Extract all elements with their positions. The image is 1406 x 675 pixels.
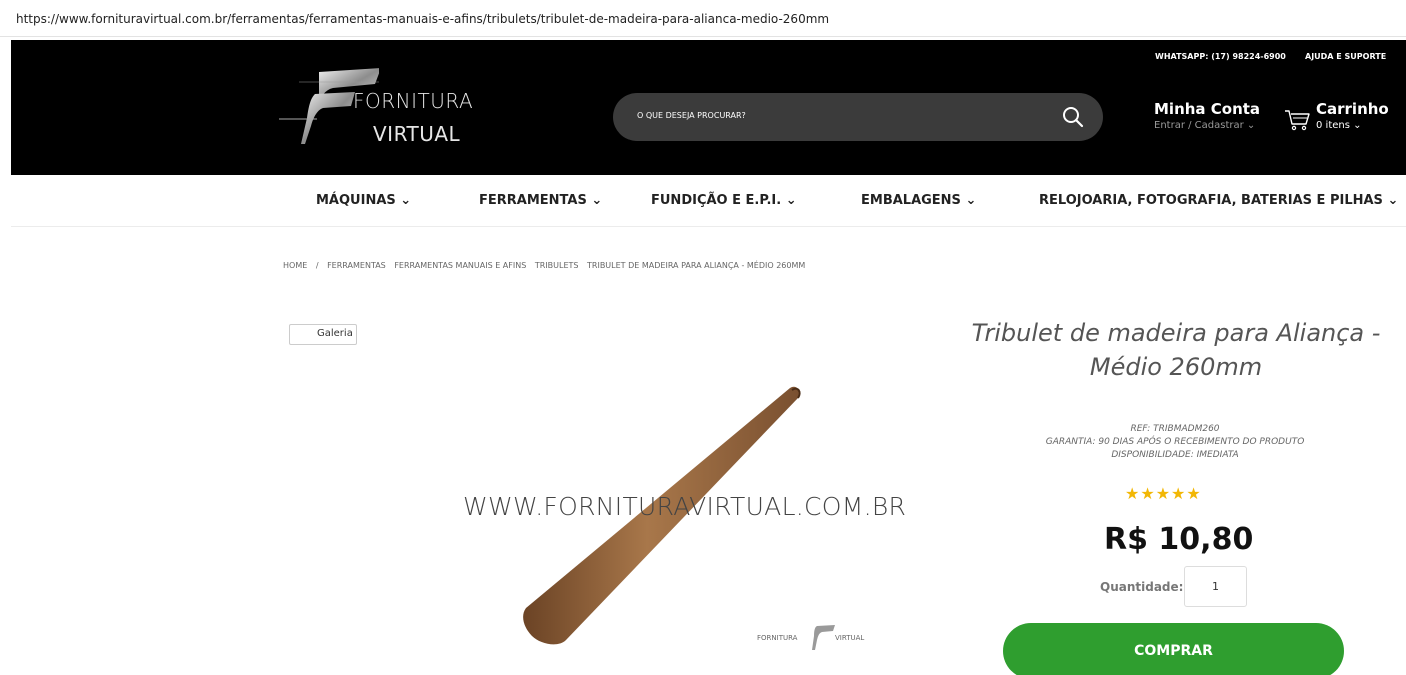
account-title: Minha Conta	[1154, 100, 1261, 118]
search-input[interactable]: O QUE DESEJA PROCURAR?	[637, 111, 746, 120]
nav-item-relojoaria[interactable]: RELOJOARIA, FOTOGRAFIA, BATERIAS E PILHA…	[1039, 193, 1398, 208]
mini-logo-right: VIRTUAL	[835, 634, 865, 642]
product-price: R$ 10,80	[1104, 522, 1254, 557]
cart-title: Carrinho	[1316, 100, 1389, 118]
main-nav: MÁQUINAS ⌄ FERRAMENTAS ⌄ FUNDIÇÃO E E.P.…	[11, 175, 1406, 227]
site-logo[interactable]: FORNITURA VIRTUAL	[279, 64, 499, 160]
product-ref: REF: TRIBMADM260	[1130, 424, 1220, 434]
breadcrumb-ferramentas[interactable]: FERRAMENTAS	[327, 261, 386, 270]
breadcrumb-home[interactable]: HOME	[283, 261, 307, 270]
cart-icon[interactable]	[1284, 108, 1310, 132]
url-text: https://www.fornituravirtual.com.br/ferr…	[16, 12, 830, 26]
breadcrumb-manuais[interactable]: FERRAMENTAS MANUAIS E AFINS	[394, 261, 526, 270]
product-availability: DISPONIBILIDADE: IMEDIATA	[1111, 450, 1239, 460]
breadcrumb-current: TRIBULET DE MADEIRA PARA ALIANÇA - MÉDIO…	[587, 261, 806, 270]
rating-stars: ★★★★★	[1125, 484, 1202, 503]
image-mini-logo: FORNITURA VIRTUAL	[757, 622, 873, 654]
site-header: FORNITURA VIRTUAL O QUE DESEJA PROCURAR?…	[11, 40, 1406, 175]
account-menu[interactable]: Minha Conta Entrar / Cadastrar ⌄	[1154, 100, 1260, 131]
address-bar[interactable]: https://www.fornituravirtual.com.br/ferr…	[0, 0, 1406, 37]
product-warranty: GARANTIA: 90 DIAS APÓS O RECEBIMENTO DO …	[1045, 437, 1305, 447]
nav-item-fundicao[interactable]: FUNDIÇÃO E E.P.I. ⌄	[651, 193, 797, 208]
nav-item-ferramentas[interactable]: FERRAMENTAS ⌄	[479, 193, 602, 208]
search-icon[interactable]	[1061, 105, 1085, 129]
product-meta: REF: TRIBMADM260 GARANTIA: 90 DIAS APÓS …	[1010, 423, 1340, 462]
gallery-button[interactable]: Galeria	[289, 324, 357, 345]
breadcrumb-tribulets[interactable]: TRIBULETS	[535, 261, 579, 270]
product-title: Tribulet de madeira para Aliança - Médio…	[971, 319, 1381, 381]
mini-logo-left: FORNITURA	[757, 634, 798, 642]
nav-item-maquinas[interactable]: MÁQUINAS ⌄	[316, 193, 411, 208]
buy-button-label: COMPRAR	[1134, 643, 1213, 659]
whatsapp-link[interactable]: WHATSAPP: (17) 98224-6900	[1155, 52, 1286, 61]
account-subtitle: Entrar / Cadastrar ⌄	[1154, 120, 1256, 131]
gallery-label: Galeria	[317, 328, 353, 339]
mini-logo-mark-icon	[812, 625, 835, 650]
buy-button[interactable]: COMPRAR	[1003, 623, 1344, 675]
image-watermark: WWW.FORNITURAVIRTUAL.COM.BR	[463, 492, 907, 521]
logo-text-top: FORNITURA	[353, 89, 474, 113]
quantity-input[interactable]	[1184, 566, 1247, 607]
breadcrumb: HOME / FERRAMENTAS FERRAMENTAS MANUAIS E…	[283, 261, 811, 270]
cart-menu[interactable]: Carrinho 0 itens ⌄	[1316, 100, 1389, 131]
nav-item-embalagens[interactable]: EMBALAGENS ⌄	[861, 193, 976, 208]
support-link[interactable]: AJUDA E SUPORTE	[1305, 52, 1386, 61]
quantity-label: Quantidade:	[1100, 580, 1184, 594]
breadcrumb-separator: /	[315, 261, 319, 270]
cart-count: 0 itens ⌄	[1316, 120, 1362, 131]
search-bar[interactable]: O QUE DESEJA PROCURAR?	[613, 93, 1103, 141]
logo-text-bottom: VIRTUAL	[373, 122, 461, 146]
